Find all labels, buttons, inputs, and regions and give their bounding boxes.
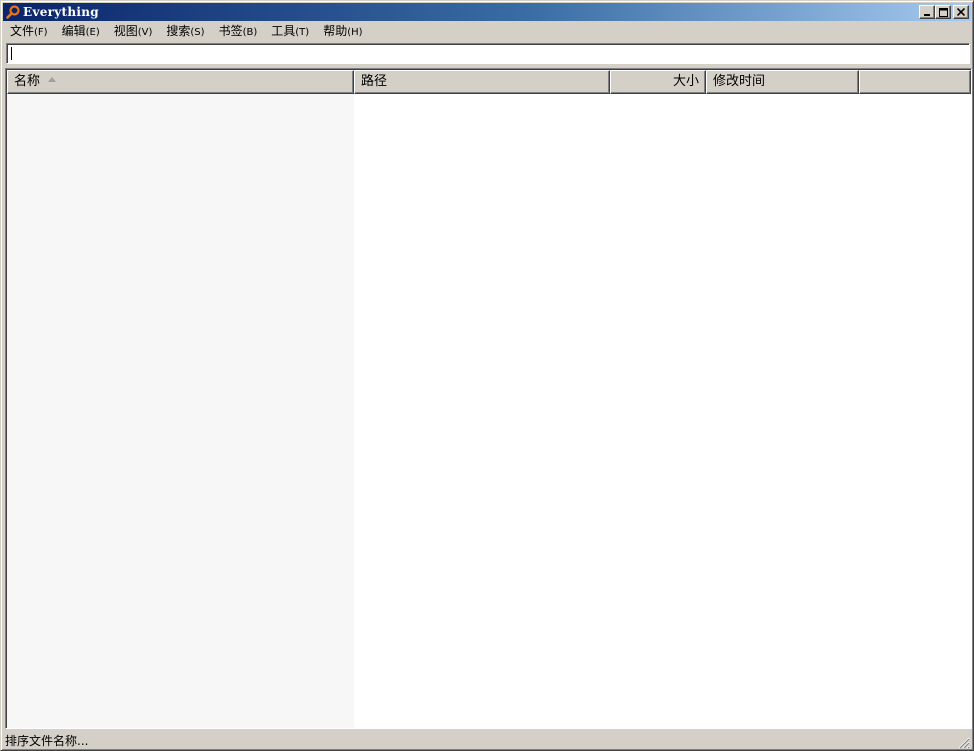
minimize-button[interactable] [919, 5, 935, 19]
sort-ascending-icon [48, 77, 57, 82]
window-title: Everything [23, 5, 99, 19]
menu-bar: 文件(F) 编辑(E) 视图(V) 搜索(S) 书签(B) 工具(T) 帮助(H… [3, 21, 971, 41]
menu-help[interactable]: 帮助(H) [316, 22, 369, 40]
app-window: Everything 文件(F) 编辑(E) 视图(V) 搜索(S) 书签(B)… [0, 0, 974, 751]
results-list[interactable]: 名称 路径 大小 修改时间 [5, 68, 972, 729]
window-controls [919, 5, 969, 19]
status-text: 排序文件名称... [5, 733, 89, 748]
status-bar: 排序文件名称... [3, 731, 971, 750]
title-bar[interactable]: Everything [3, 3, 971, 21]
magnifier-icon [6, 5, 20, 19]
column-header-path[interactable]: 路径 [354, 70, 610, 94]
column-header-name[interactable]: 名称 [7, 70, 354, 94]
maximize-icon [938, 7, 948, 17]
list-body[interactable] [7, 94, 971, 728]
search-box [6, 43, 970, 64]
menu-search[interactable]: 搜索(S) [159, 22, 211, 40]
menu-edit[interactable]: 编辑(E) [55, 22, 107, 40]
menu-bookmarks[interactable]: 书签(B) [212, 22, 265, 40]
close-icon [957, 8, 965, 16]
minimize-icon [924, 14, 930, 16]
search-input[interactable] [7, 44, 969, 63]
sorted-column-highlight [7, 94, 354, 728]
menu-view[interactable]: 视图(V) [107, 22, 160, 40]
list-header: 名称 路径 大小 修改时间 [7, 70, 971, 94]
menu-file[interactable]: 文件(F) [3, 22, 55, 40]
column-header-size[interactable]: 大小 [610, 70, 706, 94]
resize-grip-icon[interactable] [958, 737, 970, 749]
column-header-date-modified[interactable]: 修改时间 [706, 70, 859, 94]
menu-tools[interactable]: 工具(T) [264, 22, 316, 40]
close-button[interactable] [953, 5, 969, 19]
column-header-filler [859, 70, 971, 94]
maximize-button[interactable] [935, 5, 951, 19]
text-caret [11, 47, 12, 60]
